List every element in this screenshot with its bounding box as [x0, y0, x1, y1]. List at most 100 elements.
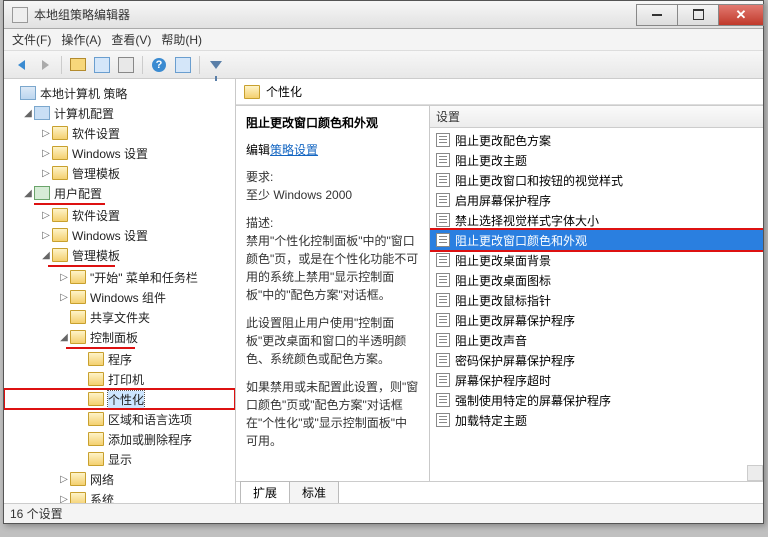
window-controls	[636, 4, 763, 26]
detail-pane: 阻止更改窗口颜色和外观 编辑策略设置 要求: 至少 Windows 2000 描述…	[236, 106, 430, 481]
tree-label: Windows 组件	[90, 289, 166, 306]
list-item[interactable]: 阻止更改桌面图标	[430, 270, 763, 290]
tree-computer-config[interactable]: ◢计算机配置	[4, 103, 235, 123]
policy-icon	[436, 393, 450, 407]
back-button[interactable]	[10, 54, 32, 76]
policy-title: 阻止更改窗口颜色和外观	[246, 114, 419, 131]
tree-item[interactable]: ▷软件设置	[4, 205, 235, 225]
tree-root[interactable]: 本地计算机 策略	[4, 83, 235, 103]
tree-label: 个性化	[108, 391, 144, 408]
separator	[199, 56, 200, 74]
tree-item[interactable]: ▷网络	[4, 469, 235, 489]
title-bar[interactable]: 本地组策略编辑器	[4, 1, 763, 29]
forward-button[interactable]	[34, 54, 56, 76]
tree-item[interactable]: ▷Windows 组件	[4, 287, 235, 307]
export-button[interactable]	[172, 54, 194, 76]
list-item[interactable]: 阻止更改桌面背景	[430, 250, 763, 270]
separator	[142, 56, 143, 74]
list-item[interactable]: 阻止更改主题	[430, 150, 763, 170]
app-icon	[12, 7, 28, 23]
req-label: 要求:	[246, 170, 273, 184]
list-item[interactable]: 阻止更改窗口颜色和外观	[430, 230, 763, 250]
list-item[interactable]: 阻止更改配色方案	[430, 130, 763, 150]
list-item[interactable]: 加载特定主题	[430, 410, 763, 430]
edit-prefix: 编辑	[246, 143, 270, 157]
tree-pane[interactable]: 本地计算机 策略 ◢计算机配置 ▷软件设置 ▷Windows 设置 ▷管理模板 …	[4, 79, 236, 503]
edit-line: 编辑策略设置	[246, 141, 419, 158]
tree-item[interactable]: 区域和语言选项	[4, 409, 235, 429]
filter-button[interactable]	[205, 54, 227, 76]
tree-item[interactable]: ▷Windows 设置	[4, 225, 235, 245]
right-body: 阻止更改窗口颜色和外观 编辑策略设置 要求: 至少 Windows 2000 描述…	[236, 105, 763, 481]
right-heading: 个性化	[236, 79, 763, 105]
right-pane: 个性化 阻止更改窗口颜色和外观 编辑策略设置 要求: 至少 Windows 200…	[236, 79, 763, 503]
tree-item[interactable]: 打印机	[4, 369, 235, 389]
tab-extended[interactable]: 扩展	[240, 481, 290, 503]
tree-label: 管理模板	[72, 165, 120, 182]
tab-standard[interactable]: 标准	[289, 481, 339, 503]
client-area: 本地计算机 策略 ◢计算机配置 ▷软件设置 ▷Windows 设置 ▷管理模板 …	[4, 79, 763, 503]
up-button[interactable]	[67, 54, 89, 76]
tree-item[interactable]: 显示	[4, 449, 235, 469]
policy-icon	[436, 173, 450, 187]
list-item[interactable]: 强制使用特定的屏幕保护程序	[430, 390, 763, 410]
separator	[61, 56, 62, 74]
policy-icon	[436, 233, 450, 247]
tree-label: 共享文件夹	[90, 309, 150, 326]
list-item[interactable]: 阻止更改窗口和按钮的视觉样式	[430, 170, 763, 190]
policy-icon	[436, 313, 450, 327]
req-value: 至少 Windows 2000	[246, 188, 352, 202]
heading-text: 个性化	[266, 83, 302, 100]
tree-item[interactable]: ▷Windows 设置	[4, 143, 235, 163]
tree-label: 软件设置	[72, 207, 120, 224]
tree-item[interactable]: ▷软件设置	[4, 123, 235, 143]
gpedit-window: 本地组策略编辑器 文件(F) 操作(A) 查看(V) 帮助(H) ? 本地计算机…	[3, 0, 764, 524]
show-hide-tree-button[interactable]	[91, 54, 113, 76]
tree-control-panel[interactable]: ◢控制面板	[4, 327, 235, 347]
policy-icon	[436, 273, 450, 287]
tree-label: 软件设置	[72, 125, 120, 142]
tree-label: 打印机	[108, 371, 144, 388]
properties-button[interactable]	[115, 54, 137, 76]
tree-item[interactable]: ▷管理模板	[4, 163, 235, 183]
list-item[interactable]: 屏幕保护程序超时	[430, 370, 763, 390]
list-item-label: 阻止更改主题	[455, 152, 527, 169]
edit-policy-link[interactable]: 策略设置	[270, 143, 318, 157]
help-button[interactable]: ?	[148, 54, 170, 76]
settings-list-pane: 设置 阻止更改配色方案阻止更改主题阻止更改窗口和按钮的视觉样式启用屏幕保护程序禁…	[430, 106, 763, 481]
list-item[interactable]: 阻止更改声音	[430, 330, 763, 350]
menu-help[interactable]: 帮助(H)	[161, 31, 202, 48]
list-item[interactable]: 禁止选择视觉样式字体大小	[430, 210, 763, 230]
tree-personalization[interactable]: 个性化	[4, 389, 235, 409]
tree-label: 管理模板	[72, 247, 120, 264]
policy-icon	[436, 413, 450, 427]
list-item-label: 阻止更改桌面背景	[455, 252, 551, 269]
column-header[interactable]: 设置	[430, 106, 763, 128]
list-item[interactable]: 密码保护屏幕保护程序	[430, 350, 763, 370]
list-item[interactable]: 阻止更改鼠标指针	[430, 290, 763, 310]
tabs: 扩展 标准	[236, 481, 763, 503]
tree-label: 显示	[108, 451, 132, 468]
list-item[interactable]: 启用屏幕保护程序	[430, 190, 763, 210]
list-item-label: 阻止更改声音	[455, 332, 527, 349]
status-bar: 16 个设置	[4, 503, 763, 523]
settings-list[interactable]: 阻止更改配色方案阻止更改主题阻止更改窗口和按钮的视觉样式启用屏幕保护程序禁止选择…	[430, 128, 763, 481]
menu-file[interactable]: 文件(F)	[12, 31, 51, 48]
minimize-button[interactable]	[636, 4, 678, 26]
tree-user-config[interactable]: ◢用户配置	[4, 183, 235, 203]
tree-item[interactable]: ▷系统	[4, 489, 235, 503]
policy-icon	[436, 193, 450, 207]
maximize-button[interactable]	[677, 4, 719, 26]
tree-item[interactable]: ▷"开始" 菜单和任务栏	[4, 267, 235, 287]
tree-item[interactable]: 共享文件夹	[4, 307, 235, 327]
tree-item[interactable]: 程序	[4, 349, 235, 369]
desc-label: 描述:	[246, 216, 273, 230]
close-button[interactable]	[718, 4, 764, 26]
tree-label: 程序	[108, 351, 132, 368]
list-item[interactable]: 阻止更改屏幕保护程序	[430, 310, 763, 330]
menu-view[interactable]: 查看(V)	[111, 31, 151, 48]
menu-action[interactable]: 操作(A)	[61, 31, 101, 48]
desc-text: 禁用"个性化控制面板"中的"窗口颜色"页，或是在个性化功能不可用的系统上禁用"显…	[246, 234, 418, 302]
tree-admin-templates[interactable]: ◢管理模板	[4, 245, 235, 265]
tree-item[interactable]: 添加或删除程序	[4, 429, 235, 449]
